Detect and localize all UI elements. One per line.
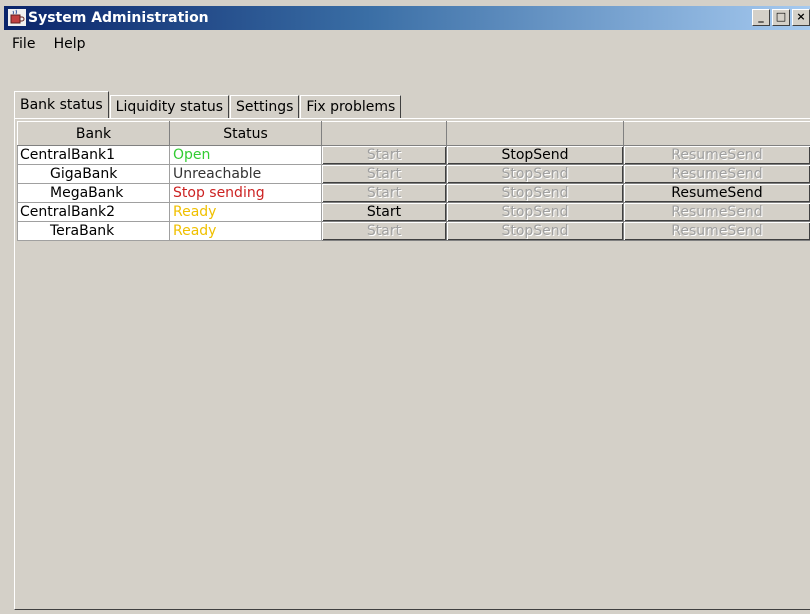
start-button: Start: [322, 222, 446, 240]
start-button-cell: Start: [321, 202, 447, 222]
resumesend-button-cell: ResumeSend: [623, 164, 810, 184]
stopsend-button-cell: StopSend: [446, 183, 624, 203]
tab-strip: Bank status Liquidity status Settings Fi…: [14, 91, 402, 118]
minimize-icon[interactable]: _: [752, 9, 770, 26]
start-button-cell: Start: [321, 164, 447, 184]
menu-file[interactable]: File: [12, 36, 35, 52]
stopsend-button-cell: StopSend: [446, 221, 624, 241]
bank-table-container: Bank Status CentralBank1 Open Start StopSen…: [17, 121, 810, 241]
stopsend-button-cell: StopSend: [446, 202, 624, 222]
resumesend-button-cell: ResumeSend: [623, 221, 810, 241]
stopsend-button: StopSend: [447, 184, 623, 202]
start-button: Start: [322, 146, 446, 164]
status-cell[interactable]: Stop sending: [169, 183, 322, 203]
maximize-icon[interactable]: □: [772, 9, 790, 26]
bank-name-cell[interactable]: CentralBank1: [17, 145, 170, 165]
app-window: System Administration _ □ × File Help Ba…: [0, 0, 810, 614]
bank-table: Bank Status CentralBank1 Open Start StopSen…: [17, 121, 810, 241]
column-header-resume[interactable]: [623, 121, 810, 146]
start-button-cell: Start: [321, 145, 447, 165]
column-header-status[interactable]: Status: [169, 121, 322, 146]
tab-fix-problems[interactable]: Fix problems: [300, 95, 402, 118]
start-button-cell: Start: [321, 183, 447, 203]
resumesend-button: ResumeSend: [624, 203, 810, 221]
table-row[interactable]: CentralBank2 Ready Start StopSend ResumeSend: [17, 202, 810, 222]
stopsend-button-cell: StopSend: [446, 164, 624, 184]
close-icon[interactable]: ×: [792, 9, 810, 26]
status-cell[interactable]: Open: [169, 145, 322, 165]
status-cell[interactable]: Ready: [169, 221, 322, 241]
table-row[interactable]: GigaBank Unreachable Start StopSend ResumeSe…: [17, 164, 810, 184]
table-row[interactable]: CentralBank1 Open Start StopSend ResumeSend: [17, 145, 810, 165]
table-row[interactable]: TeraBank Ready Start StopSend ResumeSend: [17, 221, 810, 241]
start-button: Start: [322, 165, 446, 183]
tab-bank-status[interactable]: Bank status: [14, 91, 109, 118]
resumesend-button-cell: ResumeSend: [623, 145, 810, 165]
column-header-bank[interactable]: Bank: [17, 121, 170, 146]
window-controls: _ □ ×: [752, 9, 810, 26]
start-button[interactable]: Start: [322, 203, 446, 221]
column-header-start[interactable]: [321, 121, 447, 146]
resumesend-button-cell: ResumeSend: [623, 202, 810, 222]
column-header-stop[interactable]: [446, 121, 624, 146]
bank-name-cell[interactable]: GigaBank: [17, 164, 170, 184]
menu-bar: File Help: [12, 36, 810, 56]
menu-help[interactable]: Help: [54, 36, 86, 52]
stopsend-button: StopSend: [447, 222, 623, 240]
status-cell[interactable]: Ready: [169, 202, 322, 222]
stopsend-button[interactable]: StopSend: [447, 146, 623, 164]
status-cell[interactable]: Unreachable: [169, 164, 322, 184]
start-button: Start: [322, 184, 446, 202]
title-bar[interactable]: System Administration _ □ ×: [4, 6, 810, 30]
window-title: System Administration: [28, 10, 209, 26]
bank-name-cell[interactable]: TeraBank: [17, 221, 170, 241]
table-row[interactable]: MegaBank Stop sending Start StopSend ResumeS…: [17, 183, 810, 203]
bank-name-cell[interactable]: MegaBank: [17, 183, 170, 203]
stopsend-button: StopSend: [447, 203, 623, 221]
tab-liquidity-status[interactable]: Liquidity status: [109, 95, 229, 118]
bank-status-panel: Bank Status CentralBank1 Open Start StopSen…: [14, 118, 810, 610]
bank-name-cell[interactable]: CentralBank2: [17, 202, 170, 222]
resumesend-button[interactable]: ResumeSend: [624, 184, 810, 202]
coffee-cup-icon: [8, 9, 26, 26]
resumesend-button-cell: ResumeSend: [623, 183, 810, 203]
tab-settings[interactable]: Settings: [230, 95, 300, 118]
stopsend-button: StopSend: [447, 165, 623, 183]
start-button-cell: Start: [321, 221, 447, 241]
resumesend-button: ResumeSend: [624, 146, 810, 164]
resumesend-button: ResumeSend: [624, 165, 810, 183]
stopsend-button-cell: StopSend: [446, 145, 624, 165]
resumesend-button: ResumeSend: [624, 222, 810, 240]
table-header-row: Bank Status: [17, 121, 810, 146]
